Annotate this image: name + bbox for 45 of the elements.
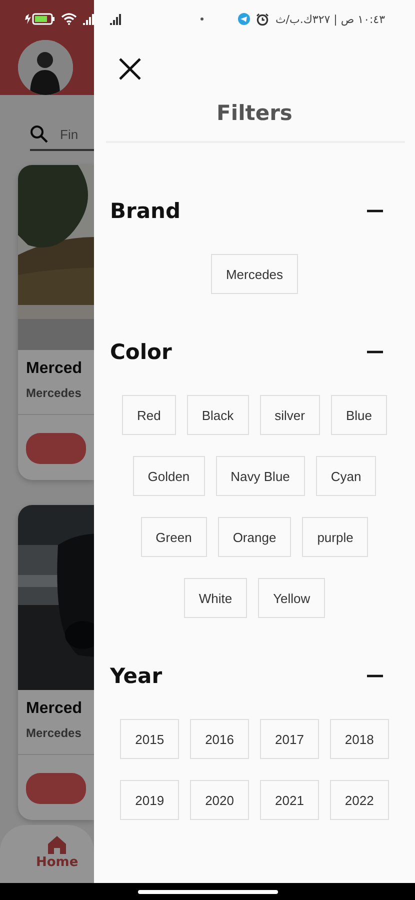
- card-button[interactable]: [26, 433, 86, 464]
- product-card[interactable]: Merced Mercedes: [18, 505, 94, 820]
- alarm-icon: [256, 12, 270, 26]
- filter-chip[interactable]: 2016: [190, 719, 249, 759]
- filter-chip[interactable]: 2021: [260, 780, 319, 820]
- section-title: Color: [110, 340, 172, 364]
- status-text: ١٠:٤٣ ص | ٣٢٧ك.ب/ث: [275, 12, 385, 26]
- dot-icon: [200, 17, 204, 21]
- filter-chip[interactable]: Yellow: [258, 578, 326, 618]
- card-button[interactable]: [26, 773, 86, 804]
- battery-icon: [25, 13, 55, 25]
- filter-chip[interactable]: silver: [260, 395, 320, 435]
- filter-chip[interactable]: Green: [140, 517, 207, 557]
- card-title: Merced: [26, 700, 82, 718]
- close-icon[interactable]: [118, 57, 142, 81]
- filter-chip[interactable]: purple: [302, 517, 368, 557]
- signal-icon: [110, 14, 121, 24]
- filter-chip[interactable]: 2017: [260, 719, 319, 759]
- filter-chip[interactable]: White: [184, 578, 248, 618]
- filter-chip[interactable]: 2022: [330, 780, 389, 820]
- home-icon: [47, 835, 68, 855]
- filter-chip[interactable]: 2015: [120, 719, 180, 759]
- filter-chip[interactable]: Blue: [330, 395, 388, 435]
- section-title: Brand: [110, 199, 181, 223]
- filter-chip[interactable]: Golden: [132, 456, 205, 496]
- filter-chip[interactable]: 2020: [190, 780, 249, 820]
- filter-chip[interactable]: Black: [186, 395, 249, 435]
- wifi-icon: [61, 13, 77, 25]
- product-card[interactable]: Merced Mercedes: [18, 165, 94, 480]
- section-title: Year: [110, 664, 162, 688]
- filter-chip[interactable]: Navy Blue: [216, 456, 305, 496]
- filter-chip[interactable]: Red: [122, 395, 176, 435]
- filter-chip[interactable]: Orange: [218, 517, 292, 557]
- drawer-title: Filters: [216, 101, 292, 125]
- filter-chip[interactable]: Mercedes: [210, 254, 298, 294]
- card-subtitle: Mercedes: [26, 726, 82, 740]
- filter-chip[interactable]: Cyan: [316, 456, 376, 496]
- card-subtitle: Mercedes: [26, 386, 82, 400]
- card-title: Merced: [26, 360, 82, 378]
- dim-overlay[interactable]: [0, 0, 94, 883]
- filter-chip[interactable]: 2019: [120, 780, 180, 820]
- search-icon: [30, 125, 48, 143]
- telegram-icon: [238, 13, 250, 25]
- filter-chip[interactable]: 2018: [330, 719, 389, 759]
- search-field[interactable]: Fin: [60, 126, 86, 142]
